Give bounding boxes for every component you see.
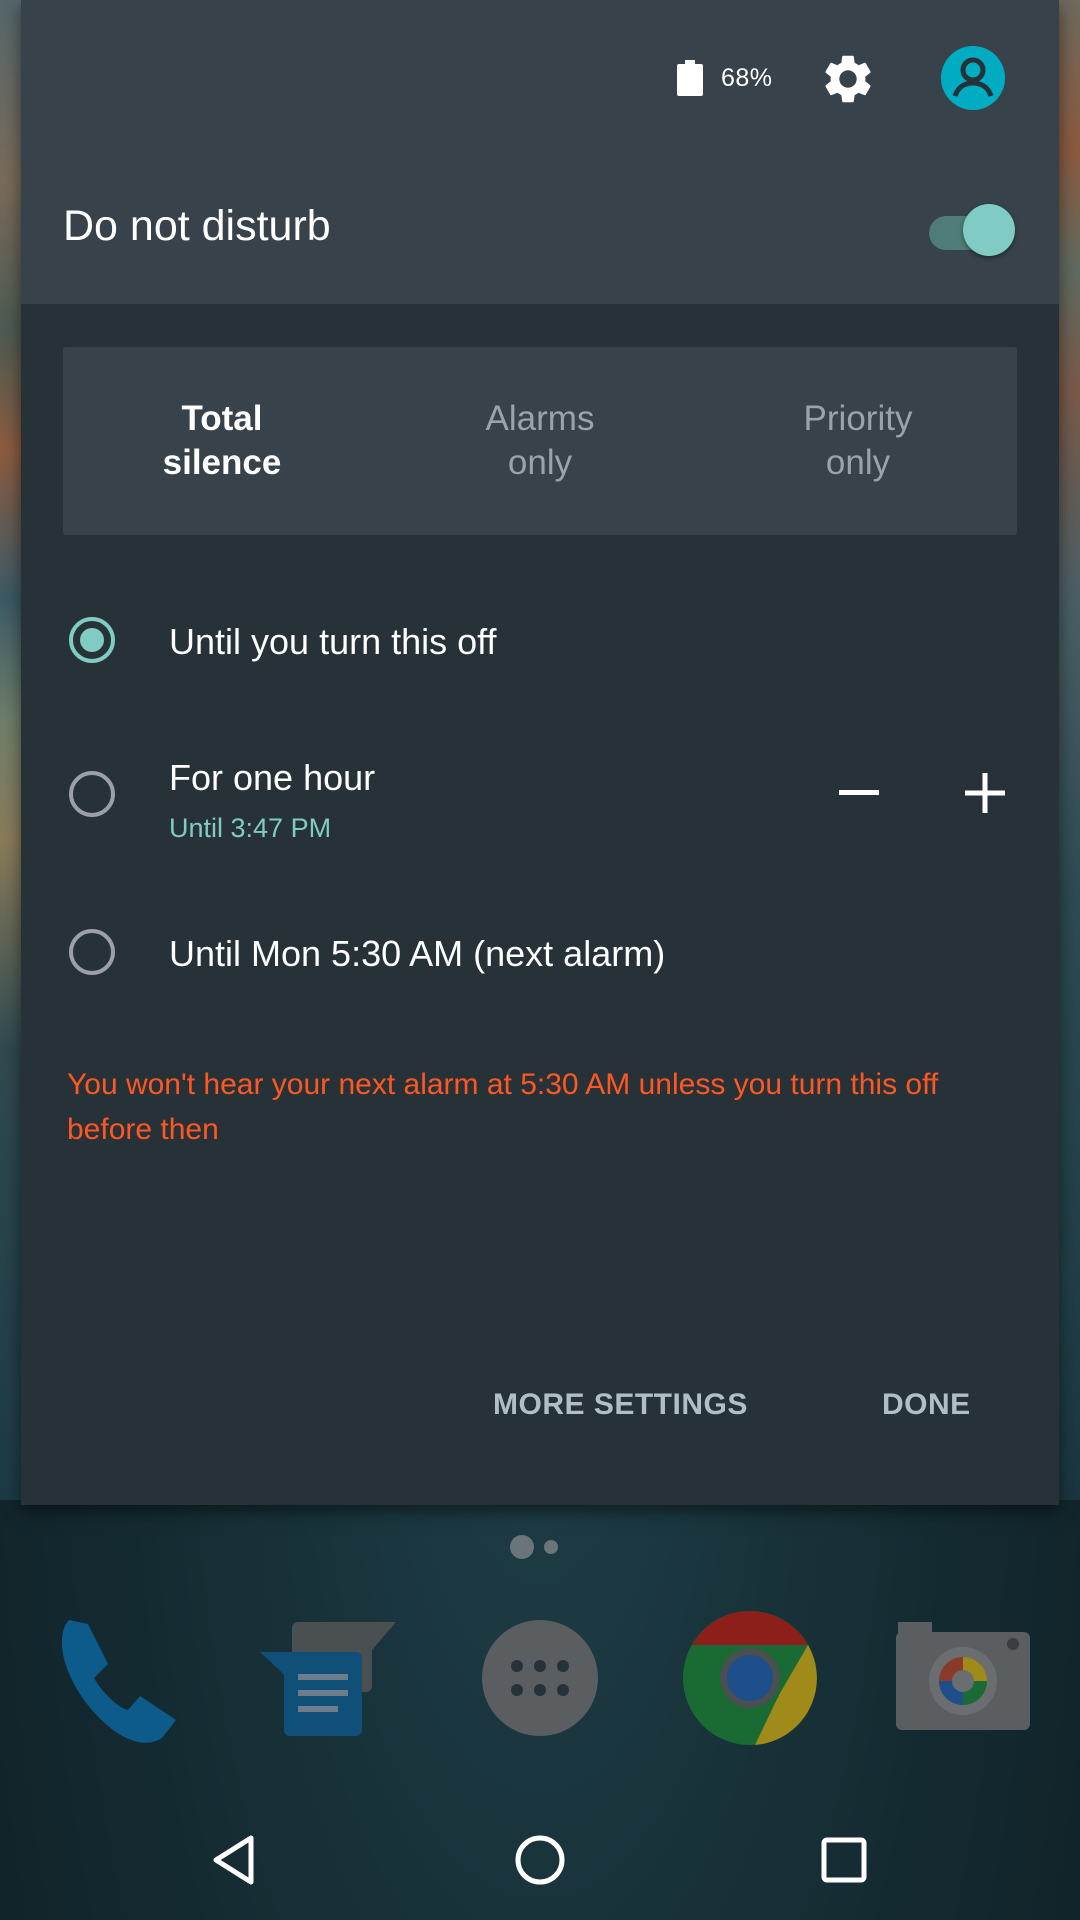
system-navigation-bar (0, 1800, 1080, 1920)
page-indicator (510, 1534, 570, 1560)
gear-icon[interactable] (819, 50, 877, 108)
dnd-title: Do not disturb (63, 202, 331, 250)
phone-icon (61, 1620, 176, 1743)
option-one-hour[interactable]: For one hour Until 3:47 PM (21, 745, 1059, 855)
home-dock (0, 1600, 1080, 1760)
dock-app-messenger[interactable] (250, 1600, 400, 1760)
toggle-thumb (963, 204, 1015, 256)
messenger-icon (260, 1622, 396, 1736)
alarm-warning-text: You won't hear your next alarm at 5:30 A… (67, 1068, 939, 1146)
decrease-duration-button[interactable] (829, 763, 889, 823)
app-drawer-icon (482, 1620, 598, 1736)
battery-percentage: 68% (721, 64, 773, 92)
tab-priority-only[interactable]: Priority only (699, 347, 1017, 535)
quick-settings-panel: 68% Do not disturb Total silence Alarms … (21, 0, 1059, 1505)
option-label: For one hour (169, 757, 376, 798)
option-until-off[interactable]: Until you turn this off (21, 585, 1059, 695)
dnd-toggle[interactable] (925, 200, 1015, 258)
battery-icon[interactable] (677, 60, 703, 96)
tab-total-silence[interactable]: Total silence (63, 347, 381, 535)
dock-app-drawer[interactable] (465, 1600, 615, 1760)
user-avatar-icon[interactable] (941, 46, 1005, 110)
radio-until-off[interactable] (69, 617, 115, 663)
panel-header: 68% Do not disturb (21, 0, 1059, 304)
plus-icon (965, 773, 1005, 813)
home-icon[interactable] (510, 1830, 570, 1890)
option-label: Until you turn this off (169, 621, 497, 662)
status-row: 68% (21, 44, 1059, 112)
page-dot (544, 1540, 558, 1554)
chrome-icon (683, 1611, 817, 1745)
done-button[interactable]: DONE (882, 1388, 971, 1422)
increase-duration-button[interactable] (955, 763, 1015, 823)
option-next-alarm[interactable]: Until Mon 5:30 AM (next alarm) (21, 903, 1059, 1013)
dock-app-phone[interactable] (44, 1600, 194, 1760)
back-icon[interactable] (206, 1830, 266, 1890)
radio-one-hour[interactable] (69, 771, 115, 817)
tab-alarms-only[interactable]: Alarms only (381, 347, 699, 535)
dnd-mode-tabs: Total silence Alarms only Priority only (63, 347, 1017, 535)
dock-app-camera[interactable] (888, 1600, 1038, 1760)
option-sublabel: Until 3:47 PM (169, 813, 332, 843)
page-dot-current (510, 1535, 534, 1559)
wallpaper-strip-right (1056, 0, 1080, 1500)
wallpaper-strip-left (0, 0, 22, 1500)
radio-next-alarm[interactable] (69, 929, 115, 975)
recents-icon[interactable] (814, 1830, 874, 1890)
minus-icon (839, 790, 879, 795)
dock-app-chrome[interactable] (675, 1600, 825, 1760)
more-settings-button[interactable]: MORE SETTINGS (493, 1388, 748, 1422)
camera-icon (896, 1622, 1030, 1730)
option-label: Until Mon 5:30 AM (next alarm) (169, 933, 666, 974)
